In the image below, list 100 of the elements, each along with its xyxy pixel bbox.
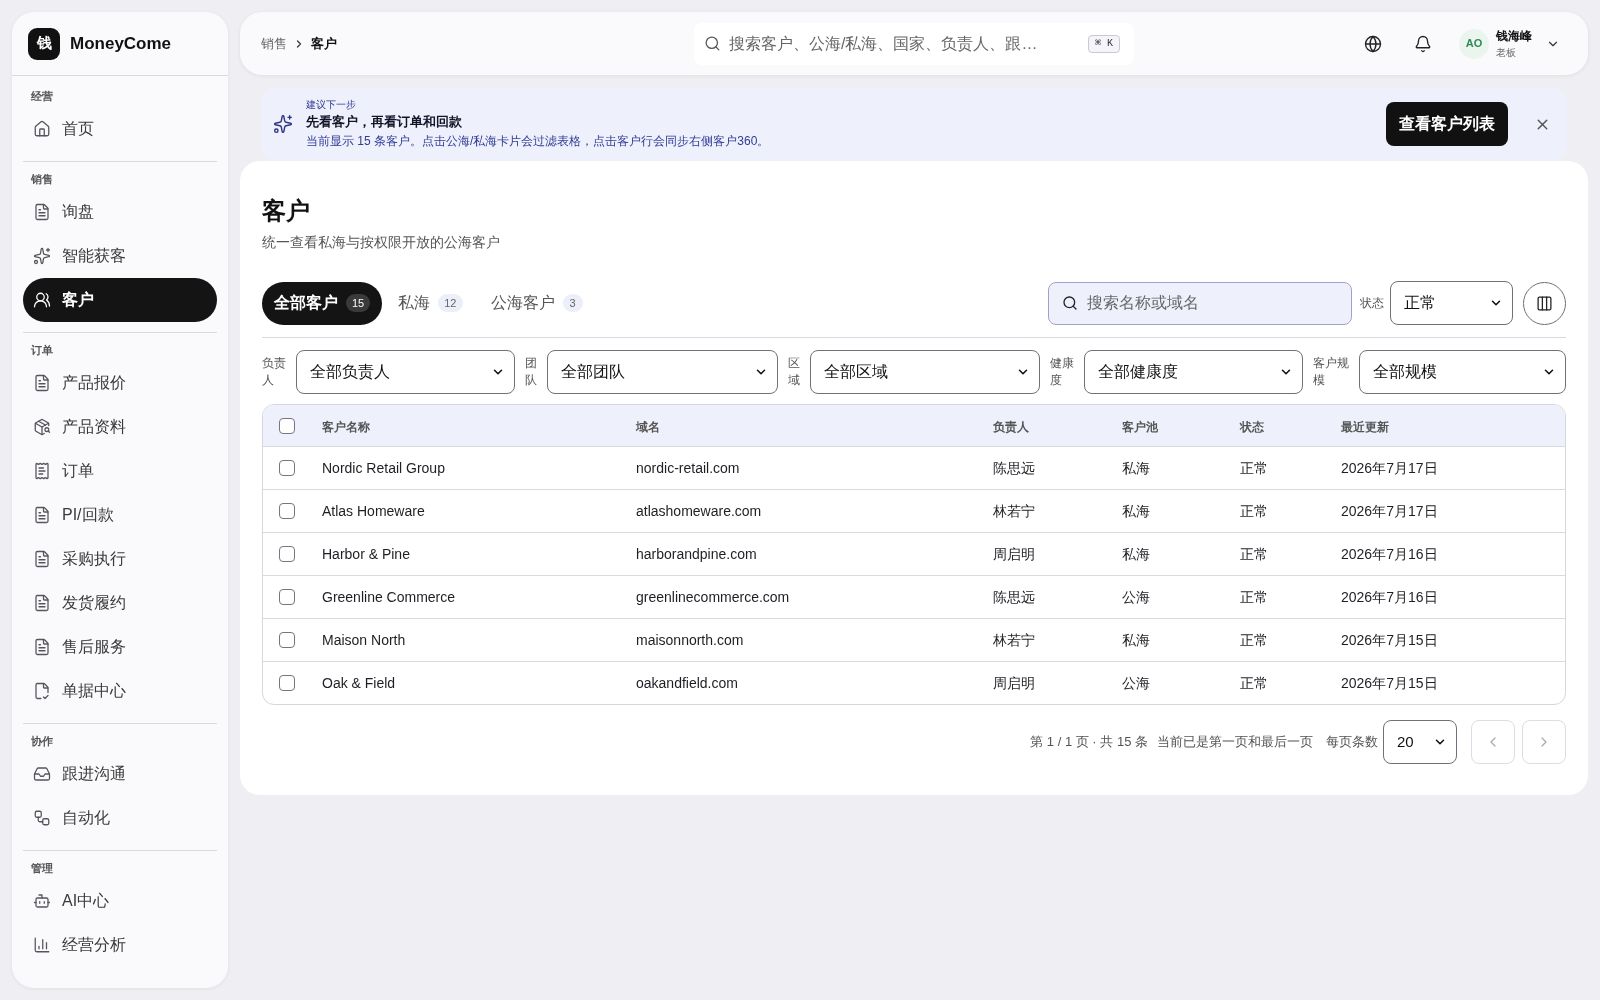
table-cell: 陈思远 — [993, 589, 1035, 605]
tab[interactable]: 全部客户 15 — [262, 281, 383, 325]
checkbox[interactable] — [279, 417, 295, 434]
column-header: 最近更新 — [1341, 419, 1389, 434]
global-search-field[interactable]: 搜索客户、公海/私海、国家、负责人、跟… ⌘ K — [694, 22, 1134, 65]
checkbox[interactable] — [279, 546, 295, 562]
nav-section-label: 管理 — [31, 861, 53, 875]
search-icon — [1062, 295, 1078, 311]
nav-item[interactable]: 售后服务 — [23, 625, 217, 669]
nav-item[interactable]: PI/回款 — [23, 493, 217, 537]
nav-item[interactable]: AI中心 — [23, 879, 217, 923]
column-header: 域名 — [636, 419, 660, 434]
table-cell: Oak & Field — [322, 675, 396, 691]
table-cell: 私海 — [1122, 460, 1150, 476]
filter-label: 团队 — [524, 355, 538, 389]
page-size-label: 每页条数 — [1326, 733, 1378, 752]
table-cell: 2026年7月15日 — [1341, 675, 1438, 691]
table-cell: 正常 — [1240, 460, 1268, 476]
table-cell: 正常 — [1240, 632, 1268, 648]
checkbox[interactable] — [279, 503, 295, 519]
nav-item[interactable]: 单据中心 — [23, 669, 217, 713]
pagination-note: 当前已是第一页和最后一页 — [1157, 733, 1313, 752]
status-dropdown[interactable]: 正常 — [1390, 281, 1513, 325]
breadcrumb-item: 客户 — [311, 34, 337, 53]
inbox-icon — [33, 765, 51, 783]
nav-section-label: 经营 — [31, 89, 53, 103]
column-settings-button[interactable] — [1523, 281, 1566, 325]
table-cell: 林若宁 — [993, 632, 1035, 648]
count-badge: 12 — [438, 294, 463, 312]
nav-item[interactable]: 自动化 — [23, 796, 217, 840]
user-role: 老板 — [1496, 45, 1516, 60]
checkbox[interactable] — [279, 460, 295, 476]
table-cell: greenlinecommerce.com — [636, 589, 790, 605]
banner-description: 当前显示 15 条客户。点击公海/私海卡片会过滤表格，点击客户行会同步右侧客户360。 — [306, 133, 770, 150]
banner-eyebrow: 建议下一步 — [306, 98, 356, 112]
table-cell: atlashomeware.com — [636, 503, 762, 519]
tab[interactable]: 公海客户 3 — [478, 281, 595, 325]
filter-dropdown[interactable]: 全部负责人 — [296, 350, 515, 394]
table-cell: 2026年7月17日 — [1341, 460, 1438, 476]
nav-section-label: 销售 — [31, 172, 53, 186]
table-cell: 正常 — [1240, 675, 1268, 691]
nav-item[interactable]: 客户 — [23, 278, 217, 322]
column-header: 客户池 — [1122, 419, 1158, 434]
nav-item[interactable]: 询盘 — [23, 190, 217, 234]
workflow-icon — [33, 809, 51, 827]
table-cell: nordic-retail.com — [636, 460, 740, 476]
filter-dropdown[interactable]: 全部团队 — [546, 350, 778, 394]
table-cell: 公海 — [1122, 675, 1150, 691]
table-cell: Greenline Commerce — [322, 589, 456, 605]
tab[interactable]: 私海 12 — [386, 281, 475, 325]
filter-dropdown[interactable]: 全部健康度 — [1084, 350, 1304, 394]
nav-item[interactable]: 跟进沟通 — [23, 752, 217, 796]
document-icon — [33, 203, 51, 221]
house-icon — [33, 120, 51, 138]
document-icon — [33, 638, 51, 656]
table-cell: Atlas Homeware — [322, 503, 425, 519]
table-cell: Nordic Retail Group — [322, 460, 445, 476]
nav-item[interactable]: 产品资料 — [23, 405, 217, 449]
filter-dropdown[interactable]: 全部区域 — [809, 350, 1041, 394]
checkbox[interactable] — [279, 589, 295, 605]
table-cell: oakandfield.com — [636, 675, 738, 691]
globe-icon[interactable] — [1364, 34, 1382, 53]
document-icon — [33, 506, 51, 524]
breadcrumb-item[interactable]: 销售 — [261, 33, 287, 54]
table-cell: 公海 — [1122, 589, 1150, 605]
nav-item[interactable]: 经营分析 — [23, 923, 217, 967]
filter-label: 负责人 — [262, 355, 287, 389]
table-cell: 2026年7月16日 — [1341, 589, 1438, 605]
table-cell: 周启明 — [993, 675, 1035, 691]
table-cell: 2026年7月16日 — [1341, 546, 1438, 562]
package-search-icon — [33, 418, 51, 436]
nav-section-label: 协作 — [31, 734, 53, 748]
nav-item[interactable]: 首页 — [23, 107, 217, 151]
checkbox[interactable] — [279, 675, 295, 691]
column-header: 状态 — [1240, 419, 1264, 434]
app-logo: 钱 — [28, 27, 60, 60]
bar-chart-icon — [33, 936, 51, 954]
users-icon — [33, 291, 51, 309]
nav-item[interactable]: 采购执行 — [23, 537, 217, 581]
table-cell: 私海 — [1122, 632, 1150, 648]
table-cell: 陈思远 — [993, 460, 1035, 476]
sparkles-icon — [273, 114, 293, 134]
nav-item[interactable]: 订单 — [23, 449, 217, 493]
columns-icon — [1536, 294, 1553, 312]
search-field[interactable]: 搜索名称或域名 — [1048, 281, 1352, 325]
nav-item[interactable]: 产品报价 — [23, 361, 217, 405]
nav-item[interactable]: 发货履约 — [23, 581, 217, 625]
user-name: 钱海峰 — [1496, 27, 1532, 44]
pagination-summary: 第 1 / 1 页 · 共 15 条 — [1030, 733, 1148, 752]
nav-item[interactable]: 智能获客 — [23, 234, 217, 278]
avatar[interactable]: AO — [1459, 28, 1489, 59]
view-customers-button[interactable]: 查看客户列表 — [1386, 102, 1508, 146]
page-subtitle: 统一查看私海与按权限开放的公海客户 — [262, 233, 500, 252]
filter-label: 区域 — [787, 355, 801, 389]
filter-dropdown[interactable]: 全部规模 — [1359, 350, 1566, 394]
robot-icon — [33, 892, 51, 910]
notifications-icon[interactable] — [1414, 34, 1432, 53]
page-size-dropdown[interactable]: 20 — [1383, 720, 1457, 764]
receipt-icon — [33, 462, 51, 480]
checkbox[interactable] — [279, 632, 295, 648]
